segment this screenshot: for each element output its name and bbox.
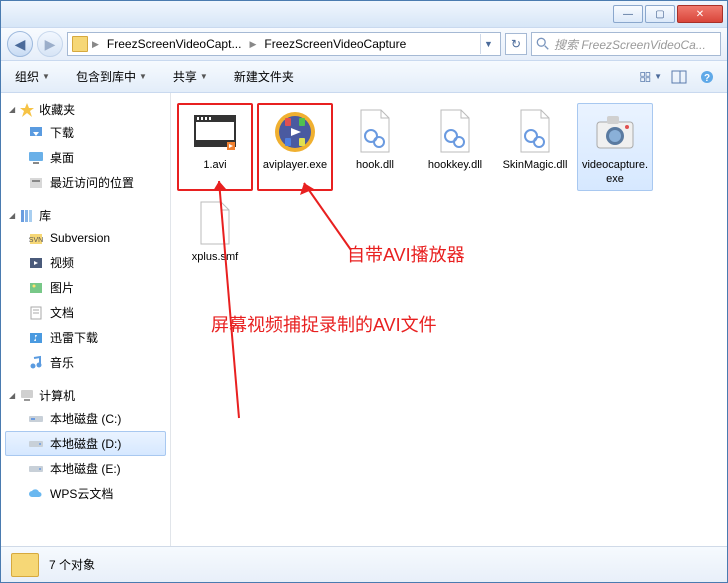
folder-icon <box>11 553 39 577</box>
drive-icon <box>28 436 44 452</box>
file-item-avi[interactable]: 1.avi <box>177 103 253 191</box>
status-text: 7 个对象 <box>49 556 95 573</box>
picture-icon <box>28 280 44 296</box>
forward-button[interactable]: ▶ <box>37 31 63 57</box>
sidebar-item-pictures[interactable]: 图片 <box>5 275 166 300</box>
sidebar: ◢收藏夹 下载 桌面 最近访问的位置 ◢库 SVNSubversion 视频 图… <box>1 93 171 546</box>
computer-icon <box>19 388 35 404</box>
help-button[interactable]: ? <box>695 66 719 88</box>
organize-button[interactable]: 组织▼ <box>9 65 56 88</box>
file-item-hook-dll[interactable]: hook.dll <box>337 103 413 191</box>
document-icon <box>28 305 44 321</box>
explorer-window: — ▢ ✕ ◀ ▶ ▶ FreezScreenVideoCapt... ▶ Fr… <box>0 0 728 583</box>
file-item-videocapture[interactable]: videocapture.exe <box>577 103 653 191</box>
generic-file-icon <box>191 200 239 248</box>
search-icon <box>536 37 550 51</box>
file-item-skinmagic-dll[interactable]: SkinMagic.dll <box>497 103 573 191</box>
sidebar-computer-header[interactable]: ◢计算机 <box>5 385 166 406</box>
annotation-label: 屏幕视频捕捉录制的AVI文件 <box>211 311 437 337</box>
breadcrumb-current[interactable]: FreezScreenVideoCapture <box>260 35 410 53</box>
desktop-icon <box>28 150 44 166</box>
sidebar-item-drive-c[interactable]: 本地磁盘 (C:) <box>5 406 166 431</box>
camera-exe-icon <box>591 108 639 156</box>
drive-icon <box>28 411 44 427</box>
sidebar-item-subversion[interactable]: SVNSubversion <box>5 226 166 250</box>
file-label: xplus.smf <box>192 250 238 264</box>
chevron-right-icon: ▶ <box>247 39 258 50</box>
collapse-icon: ◢ <box>9 105 15 114</box>
close-button[interactable]: ✕ <box>677 5 723 23</box>
minimize-button[interactable]: — <box>613 5 643 23</box>
toolbar: 组织▼ 包含到库中▼ 共享▼ 新建文件夹 ▼ ? <box>1 61 727 93</box>
annotation-label: 自带AVI播放器 <box>347 241 465 267</box>
sidebar-item-wps[interactable]: WPS云文档 <box>5 481 166 506</box>
share-button[interactable]: 共享▼ <box>167 65 214 88</box>
drive-icon <box>28 461 44 477</box>
navigation-bar: ◀ ▶ ▶ FreezScreenVideoCapt... ▶ FreezScr… <box>1 27 727 61</box>
file-item-hookkey-dll[interactable]: hookkey.dll <box>417 103 493 191</box>
sidebar-item-videos[interactable]: 视频 <box>5 250 166 275</box>
include-library-button[interactable]: 包含到库中▼ <box>70 65 153 88</box>
maximize-button[interactable]: ▢ <box>645 5 675 23</box>
file-label: SkinMagic.dll <box>503 158 568 172</box>
video-icon <box>28 255 44 271</box>
video-file-icon <box>191 108 239 156</box>
file-label: hookkey.dll <box>428 158 482 172</box>
view-options-button[interactable]: ▼ <box>639 66 663 88</box>
file-item-aviplayer[interactable]: aviplayer.exe <box>257 103 333 191</box>
file-item-xplus-smf[interactable]: xplus.smf <box>177 195 253 269</box>
music-icon <box>28 355 44 371</box>
file-area[interactable]: 1.avi aviplayer.exe hook.dll hookkey.dll… <box>171 93 727 546</box>
cloud-icon <box>28 486 44 502</box>
download-icon <box>28 125 44 141</box>
search-input[interactable]: 搜索 FreezScreenVideoCa... <box>531 32 721 56</box>
sidebar-item-desktop[interactable]: 桌面 <box>5 145 166 170</box>
recent-icon <box>28 175 44 191</box>
sidebar-item-recent[interactable]: 最近访问的位置 <box>5 170 166 195</box>
preview-pane-button[interactable] <box>667 66 691 88</box>
chevron-down-icon: ▼ <box>139 72 147 81</box>
svg-text:SVN: SVN <box>29 237 43 244</box>
sidebar-item-music[interactable]: 音乐 <box>5 350 166 375</box>
folder-icon <box>72 36 88 52</box>
breadcrumb-parent[interactable]: FreezScreenVideoCapt... <box>103 35 246 53</box>
file-label: hook.dll <box>356 158 394 172</box>
file-label: 1.avi <box>203 158 226 172</box>
star-icon <box>19 102 35 118</box>
player-exe-icon <box>271 108 319 156</box>
breadcrumb[interactable]: ▶ FreezScreenVideoCapt... ▶ FreezScreenV… <box>67 32 501 56</box>
chevron-down-icon: ▼ <box>42 72 50 81</box>
sidebar-item-drive-e[interactable]: 本地磁盘 (E:) <box>5 456 166 481</box>
collapse-icon: ◢ <box>9 211 15 220</box>
file-label: videocapture.exe <box>580 158 650 186</box>
svg-text:?: ? <box>704 73 710 84</box>
dll-icon <box>511 108 559 156</box>
sidebar-item-xunlei[interactable]: 迅雷下载 <box>5 325 166 350</box>
dll-icon <box>431 108 479 156</box>
library-icon <box>19 208 35 224</box>
chevron-right-icon: ▶ <box>90 39 101 50</box>
subversion-icon: SVN <box>28 230 44 246</box>
file-label: aviplayer.exe <box>263 158 327 172</box>
sidebar-favorites-header[interactable]: ◢收藏夹 <box>5 99 166 120</box>
xunlei-icon <box>28 330 44 346</box>
new-folder-button[interactable]: 新建文件夹 <box>228 65 300 88</box>
sidebar-item-drive-d[interactable]: 本地磁盘 (D:) <box>5 431 166 456</box>
status-bar: 7 个对象 <box>1 546 727 582</box>
sidebar-libraries-header[interactable]: ◢库 <box>5 205 166 226</box>
collapse-icon: ◢ <box>9 391 15 400</box>
sidebar-item-documents[interactable]: 文档 <box>5 300 166 325</box>
titlebar: — ▢ ✕ <box>1 1 727 27</box>
back-button[interactable]: ◀ <box>7 31 33 57</box>
refresh-button[interactable]: ↻ <box>505 33 527 55</box>
sidebar-item-downloads[interactable]: 下载 <box>5 120 166 145</box>
chevron-down-icon: ▼ <box>200 72 208 81</box>
search-placeholder: 搜索 FreezScreenVideoCa... <box>554 36 706 53</box>
dll-icon <box>351 108 399 156</box>
breadcrumb-dropdown[interactable]: ▼ <box>480 34 496 54</box>
